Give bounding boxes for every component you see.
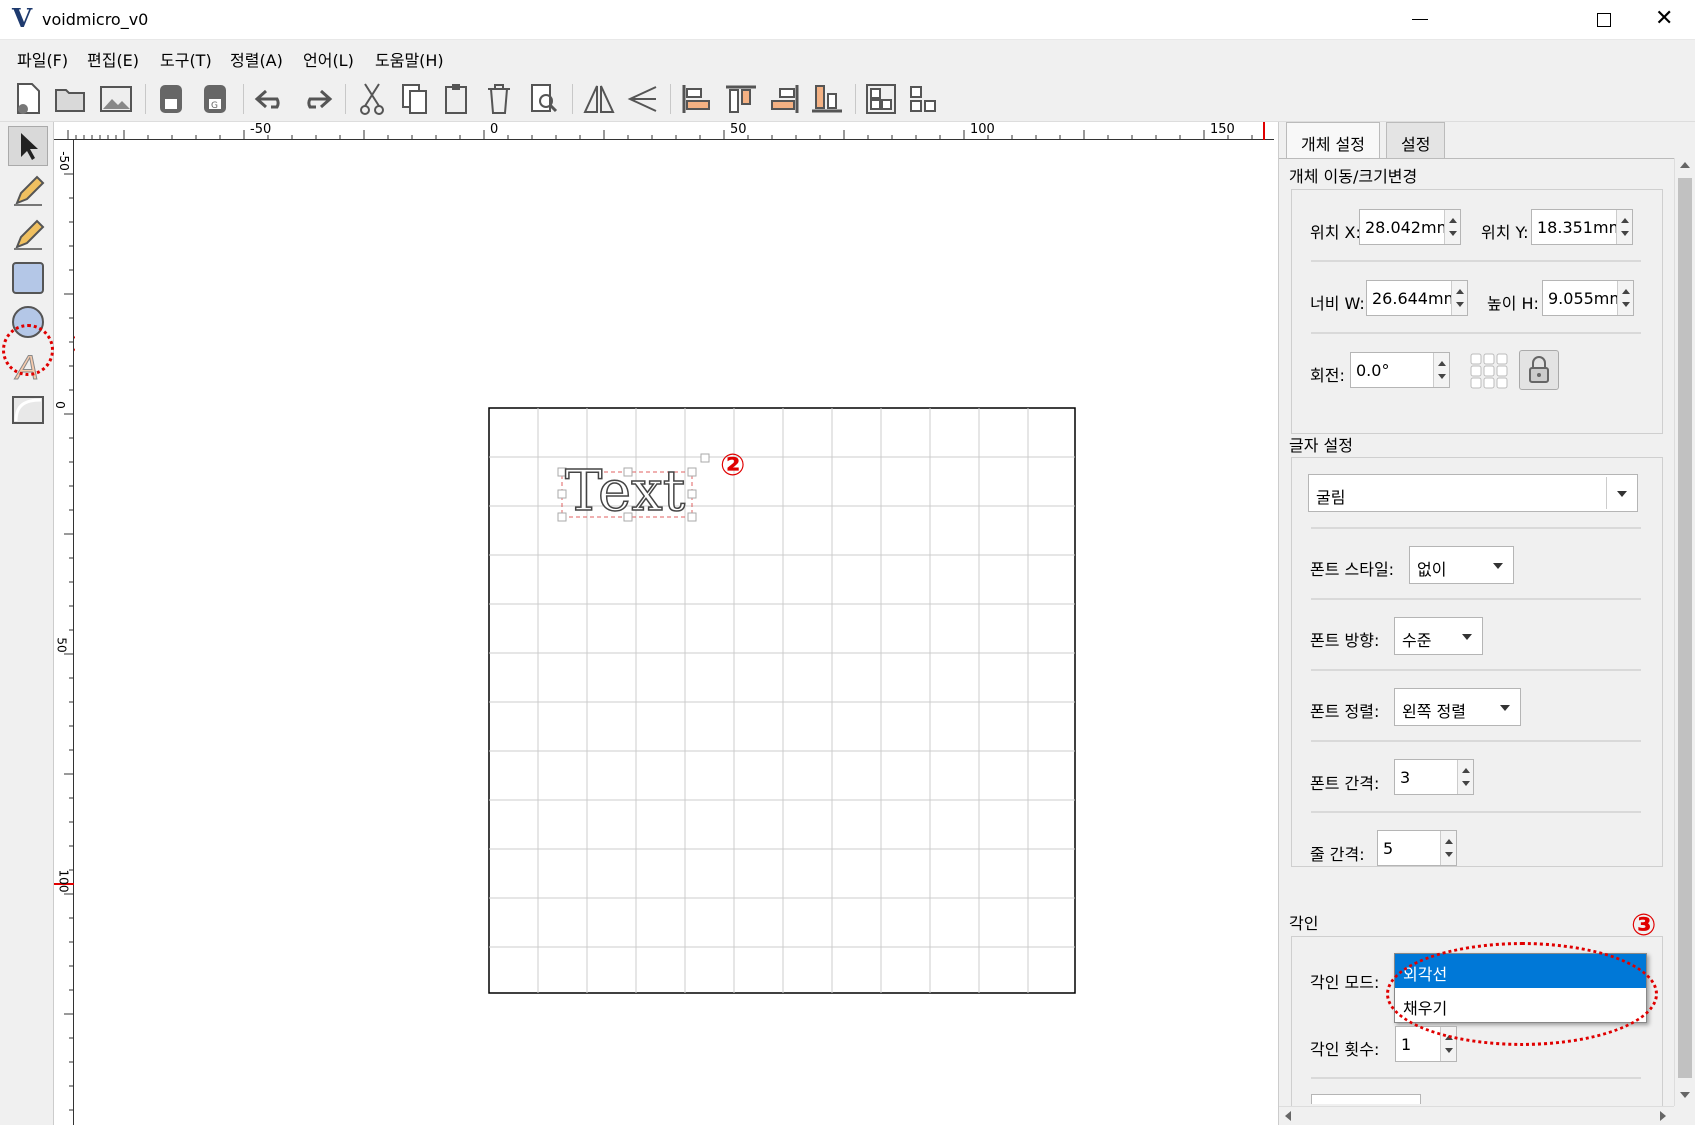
scroll-down-icon[interactable] xyxy=(1680,1092,1690,1098)
align-top-icon[interactable] xyxy=(722,80,760,118)
font-style-label: 폰트 스타일: xyxy=(1310,560,1395,579)
line-spacing-label: 줄 간격: xyxy=(1310,845,1365,864)
vertical-scrollbar[interactable] xyxy=(1674,158,1694,1106)
work-area-grid xyxy=(488,407,1076,994)
transform-group-title: 개체 이동/크기변경 xyxy=(1289,167,1418,186)
h-ruler-label-100: 100 xyxy=(970,122,995,137)
menu-language[interactable]: 언어(L) xyxy=(303,47,354,71)
font-spacing-label: 폰트 간격: xyxy=(1310,774,1380,793)
menu-bar: 파일(F) 편집(E) 도구(T) 정렬(A) 언어(L) 도움말(H) xyxy=(0,40,1695,74)
menu-tools[interactable]: 도구(T) xyxy=(160,47,212,71)
font-direction-select[interactable]: 수준 xyxy=(1394,617,1483,655)
properties-panel: 개체 설정 설정 개체 이동/크기변경 위치 X: 28.042mm 위치 Y:… xyxy=(1278,122,1695,1125)
image-icon[interactable] xyxy=(97,80,135,118)
rotation-input[interactable]: 0.0° xyxy=(1350,352,1450,388)
annotation-circle-1 xyxy=(2,324,54,376)
pos-y-label: 위치 Y: xyxy=(1481,223,1529,242)
pos-y-input[interactable]: 18.351mm xyxy=(1531,209,1633,245)
cut-icon[interactable] xyxy=(353,80,391,118)
width-input[interactable]: 26.644mm xyxy=(1366,280,1468,316)
vertical-ruler: -50 0 50 100 xyxy=(52,140,74,1125)
canvas-text-object[interactable]: Text xyxy=(564,463,686,521)
rectangle-tool-icon[interactable] xyxy=(8,258,48,298)
scrollbar-thumb[interactable] xyxy=(1678,178,1692,1078)
engrave-count-label: 각인 횟수: xyxy=(1310,1040,1380,1059)
pencil-tool-icon[interactable] xyxy=(8,170,48,210)
font-align-label: 폰트 정렬: xyxy=(1310,702,1380,721)
engrave-title: 각인 xyxy=(1289,914,1319,933)
menu-edit[interactable]: 편집(E) xyxy=(87,47,139,71)
h-ruler-label-50: 50 xyxy=(730,122,747,137)
redo-icon[interactable] xyxy=(297,80,335,118)
align-bottom-icon[interactable] xyxy=(808,80,846,118)
font-family-select[interactable]: 굴림 xyxy=(1308,474,1638,512)
open-folder-icon[interactable] xyxy=(52,80,90,118)
font-direction-label: 폰트 방향: xyxy=(1310,631,1380,650)
horizontal-scrollbar[interactable] xyxy=(1279,1106,1674,1125)
align-right-icon[interactable] xyxy=(765,80,803,118)
lock-aspect-icon[interactable] xyxy=(1519,350,1559,390)
scroll-up-icon[interactable] xyxy=(1680,162,1690,168)
svg-text:G: G xyxy=(211,101,218,111)
window-title: voidmicro_v0 xyxy=(42,10,149,29)
scroll-right-icon[interactable] xyxy=(1660,1111,1666,1121)
title-bar: V voidmicro_v0 ✕ xyxy=(0,0,1695,40)
width-label: 너비 W: xyxy=(1310,294,1365,313)
font-align-select[interactable]: 왼쪽 정렬 xyxy=(1394,688,1521,726)
annotation-label-3: ③ xyxy=(1631,908,1657,943)
scroll-left-icon[interactable] xyxy=(1285,1111,1291,1121)
maximize-icon[interactable] xyxy=(1597,13,1611,27)
menu-help[interactable]: 도움말(H) xyxy=(375,47,444,71)
select-tool-icon[interactable] xyxy=(8,126,48,166)
flip-vertical-icon[interactable] xyxy=(624,80,662,118)
arc-tool-icon[interactable] xyxy=(8,390,48,430)
menu-file[interactable]: 파일(F) xyxy=(17,47,68,71)
line-spacing-input[interactable]: 5 xyxy=(1377,830,1457,866)
height-label: 높이 H: xyxy=(1487,294,1539,313)
font-style-select[interactable]: 없이 xyxy=(1409,546,1514,584)
font-spacing-input[interactable]: 3 xyxy=(1394,759,1474,795)
toolbar: G xyxy=(0,74,1695,122)
rotation-label: 회전: xyxy=(1310,366,1345,385)
undo-icon[interactable] xyxy=(252,80,290,118)
new-file-icon[interactable] xyxy=(9,80,47,118)
align-left-icon[interactable] xyxy=(678,80,716,118)
v-ruler-label-100: 100 xyxy=(56,869,71,893)
annotation-label-2: ② xyxy=(720,448,746,483)
hidden-control-top xyxy=(1311,1094,1421,1104)
height-input[interactable]: 9.055mm xyxy=(1542,280,1634,316)
left-toolbar: A xyxy=(0,122,54,1125)
pen-tool-icon[interactable] xyxy=(8,214,48,254)
h-ruler-label-0: 0 xyxy=(490,122,499,137)
minimize-icon[interactable] xyxy=(1412,19,1428,20)
delete-icon[interactable] xyxy=(480,80,518,118)
text-settings-group xyxy=(1291,457,1663,867)
flip-horizontal-icon[interactable] xyxy=(580,80,618,118)
anchor-grid-icon[interactable] xyxy=(1469,352,1509,390)
save-as-icon[interactable]: G xyxy=(196,80,234,118)
pos-x-label: 위치 X: xyxy=(1310,223,1361,242)
h-ruler-label-150: 150 xyxy=(1210,122,1235,137)
preview-icon[interactable] xyxy=(525,80,563,118)
drawing-canvas[interactable]: Text xyxy=(75,141,1274,1125)
app-logo: V xyxy=(12,4,33,34)
paste-icon[interactable] xyxy=(438,80,476,118)
save-icon[interactable] xyxy=(152,80,190,118)
menu-align[interactable]: 정렬(A) xyxy=(230,47,283,71)
h-ruler-label-neg50: -50 xyxy=(250,122,272,137)
text-settings-title: 글자 설정 xyxy=(1289,436,1353,455)
tab-settings[interactable]: 설정 xyxy=(1386,122,1446,158)
v-ruler-label-0: 0 xyxy=(52,401,67,409)
engrave-mode-label: 각인 모드: xyxy=(1310,973,1380,992)
group-icon[interactable] xyxy=(862,80,900,118)
annotation-ellipse-3 xyxy=(1386,942,1658,1046)
close-icon[interactable]: ✕ xyxy=(1655,6,1673,31)
horizontal-ruler: -50 0 50 100 150 xyxy=(54,122,1274,140)
ungroup-icon[interactable] xyxy=(904,80,942,118)
copy-icon[interactable] xyxy=(396,80,434,118)
tab-object-settings[interactable]: 개체 설정 xyxy=(1286,122,1380,160)
v-ruler-label-50: 50 xyxy=(54,637,69,653)
v-ruler-label-neg50: -50 xyxy=(56,151,71,171)
pos-x-input[interactable]: 28.042mm xyxy=(1359,209,1461,245)
